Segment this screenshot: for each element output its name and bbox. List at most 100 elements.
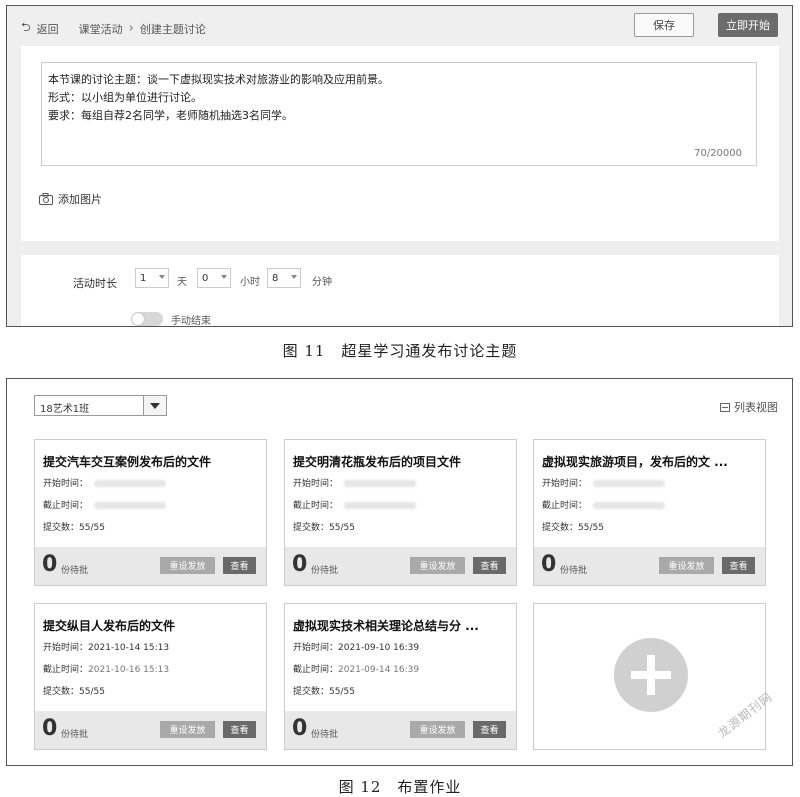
submitted-count: 提交数：55/55	[43, 687, 105, 697]
duration-label: 活动时长	[73, 277, 117, 290]
pending-count: 0	[541, 552, 557, 577]
end-time: 截止时间：2021-10-16 15:13	[43, 665, 170, 675]
assignment-title: 提交明清花瓶发布后的项目文件	[293, 455, 462, 469]
minutes-unit: 分钟	[312, 277, 332, 288]
assignment-title: 提交纵目人发布后的文件	[43, 619, 176, 633]
view-button[interactable]: 查看	[722, 557, 755, 574]
hours-unit: 小时	[240, 277, 260, 288]
breadcrumb-create-topic: 创建主题讨论	[139, 22, 206, 36]
topic-textarea[interactable]: 本节课的讨论主题：谈一下虚拟现实技术对旅游业的影响及应用前景。 形式：以小组为单…	[41, 62, 757, 166]
dropdown-arrow-icon[interactable]	[143, 396, 166, 415]
blurred-start-time	[94, 480, 167, 487]
days-unit: 天	[177, 277, 187, 288]
minutes-value: 8	[272, 272, 279, 284]
card-footer: 0 份待批 重设发放 查看	[35, 711, 266, 749]
list-view-button[interactable]: 列表视图	[720, 399, 778, 415]
pending-label: 份待批	[61, 566, 89, 576]
submitted-count: 提交数：55/55	[293, 687, 355, 697]
blurred-end-time	[593, 502, 666, 509]
submitted-count: 提交数：55/55	[43, 523, 105, 533]
figure-12-caption: 图 12 布置作业	[338, 778, 462, 796]
start-time: 开始时间：	[293, 476, 417, 489]
end-time: 截止时间：2021-09-14 16:39	[293, 665, 420, 675]
topic-line-3: 要求：每组自荐2名同学，老师随机抽选3名同学。	[48, 109, 293, 122]
class-select[interactable]: 18艺术1班	[34, 395, 167, 416]
blurred-end-time	[94, 502, 167, 509]
view-button[interactable]: 查看	[473, 721, 506, 738]
save-button[interactable]: 保存	[634, 13, 694, 37]
pending-count: 0	[42, 552, 58, 577]
pending-count: 0	[292, 552, 308, 577]
end-time: 截止时间：	[43, 498, 167, 511]
topic-editor-panel: 本节课的讨论主题：谈一下虚拟现实技术对旅游业的影响及应用前景。 形式：以小组为单…	[21, 46, 779, 241]
activity-settings-panel: 活动时长 1 天 0 小时 8 分钟 手动结束	[21, 255, 779, 327]
add-image-button[interactable]: 添加图片	[39, 191, 102, 207]
blurred-start-time	[593, 480, 666, 487]
start-time: 开始时间：	[542, 476, 666, 489]
view-button[interactable]: 查看	[223, 557, 256, 574]
add-image-label: 添加图片	[58, 193, 102, 206]
end-time: 截止时间：	[542, 498, 666, 511]
character-count: 70/20000	[694, 148, 742, 159]
manual-end-label: 手动结束	[171, 316, 211, 327]
view-button[interactable]: 查看	[223, 721, 256, 738]
reset-distribution-button[interactable]: 重设发放	[160, 721, 215, 738]
submitted-count: 提交数：55/55	[542, 523, 604, 533]
start-time: 开始时间：	[43, 476, 167, 489]
topic-text: 本节课的讨论主题：谈一下虚拟现实技术对旅游业的影响及应用前景。 形式：以小组为单…	[48, 71, 389, 125]
camera-icon	[39, 193, 53, 205]
blurred-end-time	[344, 502, 417, 509]
pending-label: 份待批	[560, 566, 588, 576]
assignment-title: 提交汽车交互案例发布后的文件	[43, 455, 212, 469]
blurred-start-time	[344, 480, 417, 487]
chevron-right-icon: ›	[128, 21, 134, 36]
reset-distribution-button[interactable]: 重设发放	[410, 557, 465, 574]
list-icon	[720, 402, 730, 412]
dropdown-arrow-icon	[291, 275, 297, 279]
start-time: 开始时间：2021-10-14 15:13	[43, 643, 170, 653]
class-select-value: 18艺术1班	[40, 404, 90, 415]
assignment-card[interactable]: 提交汽车交互案例发布后的文件 开始时间： 截止时间： 提交数：55/55 0 份…	[34, 439, 267, 586]
view-button[interactable]: 查看	[473, 557, 506, 574]
breadcrumb: ⮌ 返回 课堂活动 › 创建主题讨论	[21, 18, 206, 39]
minutes-select[interactable]: 8	[267, 268, 301, 288]
breadcrumb-class-activity[interactable]: 课堂活动	[79, 21, 123, 37]
assignment-card[interactable]: 提交纵目人发布后的文件 开始时间：2021-10-14 15:13 截止时间：2…	[34, 603, 267, 750]
card-footer: 0 份待批 重设发放 查看	[285, 711, 516, 749]
topic-line-1: 本节课的讨论主题：谈一下虚拟现实技术对旅游业的影响及应用前景。	[48, 73, 389, 86]
dropdown-arrow-icon	[221, 275, 227, 279]
back-link[interactable]: 返回	[37, 21, 59, 37]
days-select[interactable]: 1	[135, 268, 169, 288]
reset-distribution-button[interactable]: 重设发放	[160, 557, 215, 574]
hours-select[interactable]: 0	[197, 268, 231, 288]
card-footer: 0 份待批 重设发放 查看	[35, 547, 266, 585]
list-view-label: 列表视图	[734, 401, 778, 414]
assignment-title: 虚拟现实旅游项目，发布后的文 ...	[542, 455, 728, 469]
plus-icon[interactable]	[614, 638, 688, 712]
card-footer: 0 份待批 重设发放 查看	[534, 547, 765, 585]
figure-11-screenshot: ⮌ 返回 课堂活动 › 创建主题讨论 保存 立即开始 本节课的讨论主题：谈一下虚…	[6, 5, 793, 327]
pending-label: 份待批	[61, 730, 89, 740]
figure-12-screenshot: 18艺术1班 列表视图 提交汽车交互案例发布后的文件 开始时间： 截止时间： 提…	[6, 378, 793, 766]
back-arrow-icon[interactable]: ⮌	[21, 18, 31, 39]
dropdown-arrow-icon	[159, 275, 165, 279]
toggle-knob	[132, 313, 144, 325]
assignment-card[interactable]: 提交明清花瓶发布后的项目文件 开始时间： 截止时间： 提交数：55/55 0 份…	[284, 439, 517, 586]
assignment-title: 虚拟现实技术相关理论总结与分 ...	[293, 619, 479, 633]
days-value: 1	[140, 272, 147, 284]
reset-distribution-button[interactable]: 重设发放	[410, 721, 465, 738]
assignment-card[interactable]: 虚拟现实旅游项目，发布后的文 ... 开始时间： 截止时间： 提交数：55/55…	[533, 439, 766, 586]
reset-distribution-button[interactable]: 重设发放	[659, 557, 714, 574]
pending-label: 份待批	[311, 730, 339, 740]
card-footer: 0 份待批 重设发放 查看	[285, 547, 516, 585]
pending-count: 0	[292, 716, 308, 741]
manual-end-toggle[interactable]	[131, 312, 163, 326]
start-time: 开始时间：2021-09-10 16:39	[293, 643, 420, 653]
start-now-button[interactable]: 立即开始	[718, 13, 778, 37]
figure-11-caption: 图 11 超星学习通发布讨论主题	[282, 342, 518, 360]
assignment-card[interactable]: 虚拟现实技术相关理论总结与分 ... 开始时间：2021-09-10 16:39…	[284, 603, 517, 750]
pending-label: 份待批	[311, 566, 339, 576]
pending-count: 0	[42, 716, 58, 741]
topic-line-2: 形式：以小组为单位进行讨论。	[48, 91, 202, 104]
hours-value: 0	[202, 272, 209, 284]
